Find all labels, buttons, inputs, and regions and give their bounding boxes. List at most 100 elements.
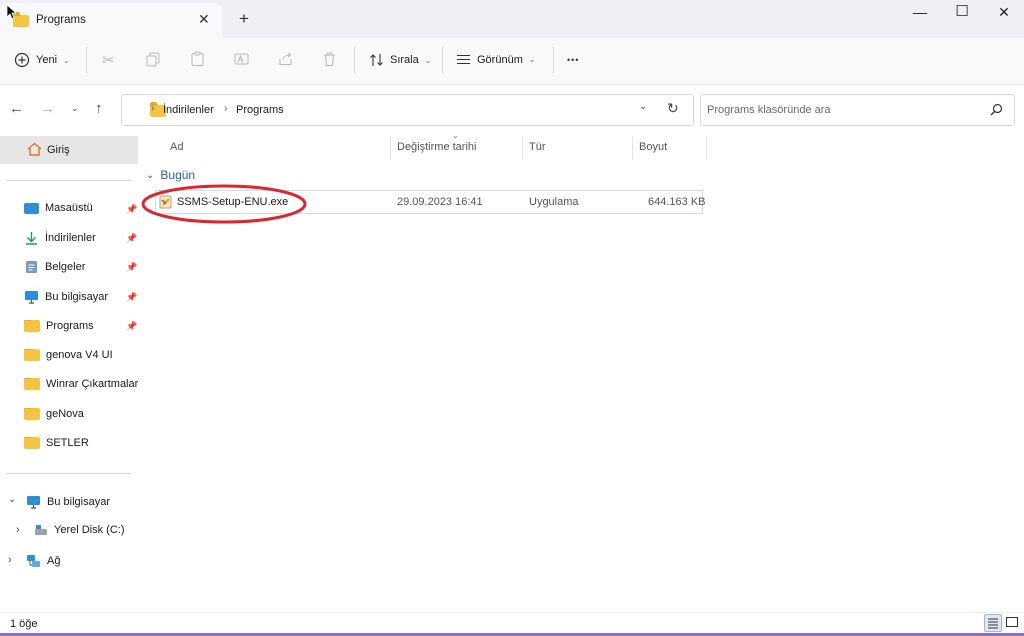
pin-icon: 📌 <box>126 321 138 331</box>
sidebar-item-label: Giriş <box>47 144 70 156</box>
sort-button[interactable]: Sırala ⌄ <box>369 53 431 67</box>
home-icon <box>27 142 42 156</box>
up-arrow-icon[interactable]: ↑ <box>95 100 103 117</box>
breadcrumb-item[interactable]: İndirilenler <box>163 104 214 116</box>
group-header-label: Bugün <box>160 168 196 182</box>
back-arrow-icon[interactable]: ← <box>9 100 24 117</box>
sort-chevron-icon: ⌄ <box>452 131 459 140</box>
drive-icon <box>35 525 47 535</box>
sidebar-item-downloads[interactable]: İndirilenler <box>24 231 140 245</box>
column-header-name[interactable]: Ad <box>170 141 183 153</box>
tab-close-button[interactable]: ✕ <box>198 11 210 28</box>
group-collapse-chevron-icon: ⌄ <box>146 169 155 181</box>
column-divider[interactable] <box>706 136 707 160</box>
minimize-button[interactable]: — <box>900 4 940 22</box>
column-header-modified[interactable]: Değiştirme tarihi <box>397 141 476 153</box>
file-modified: 29.09.2023 16:41 <box>397 196 483 208</box>
breadcrumb-item[interactable]: Programs <box>236 104 284 116</box>
maximize-button[interactable]: ☐ <box>942 2 982 20</box>
group-header-today[interactable]: ⌄ Bugün <box>146 168 195 182</box>
highlight-ellipse-annotation <box>141 184 307 224</box>
address-history-chevron-icon[interactable]: ⌄ <box>639 101 647 112</box>
sidebar-item-label: İndirilenler <box>45 232 96 244</box>
chevron-down-icon: ⌄ <box>528 55 536 64</box>
folder-icon <box>24 437 40 449</box>
item-count: 1 öğe <box>10 618 38 630</box>
toolbar-divider <box>442 47 443 73</box>
sidebar-item-label: Bu bilgisayar <box>45 291 108 303</box>
rename-icon[interactable] <box>234 51 249 67</box>
search-input[interactable]: Programs klasöründe ara <box>707 104 831 116</box>
sidebar-item-label: Winrar Çıkartmalar <box>46 378 139 390</box>
toolbar-divider <box>553 47 554 73</box>
recent-locations-chevron-icon[interactable]: ⌄ <box>71 103 79 114</box>
new-tab-button[interactable]: + <box>239 9 249 29</box>
sidebar-item-label: geNova <box>46 408 84 420</box>
column-divider[interactable] <box>390 136 391 160</box>
column-header-type[interactable]: Tür <box>529 141 546 153</box>
sidebar-item-label: Masaüstü <box>45 202 93 214</box>
sidebar-item-desktop[interactable]: Masaüstü <box>24 202 140 214</box>
column-divider[interactable] <box>632 136 633 160</box>
sidebar-tree-local-disk[interactable]: Yerel Disk (C:) <box>34 524 150 536</box>
toolbar-divider <box>86 47 87 73</box>
tab-programs[interactable] <box>0 3 222 38</box>
expand-chevron-right-icon[interactable]: › <box>8 554 12 566</box>
sidebar-item-label: genova V4 UI <box>46 349 113 361</box>
expand-chevron-down-icon[interactable]: ⌄ <box>8 494 16 505</box>
sidebar-item-setler[interactable]: SETLER <box>24 437 140 449</box>
folder-icon <box>24 349 40 361</box>
tiles-view-button[interactable] <box>1004 614 1022 632</box>
sort-button-label: Sırala <box>390 54 419 66</box>
new-button[interactable]: Yeni ⌄ <box>14 52 70 68</box>
forward-arrow-icon[interactable]: → <box>40 100 55 117</box>
copy-icon[interactable] <box>146 52 161 67</box>
file-type: Uygulama <box>529 196 579 208</box>
pin-icon: 📌 <box>126 262 138 272</box>
more-options-button[interactable]: ••• <box>567 55 579 65</box>
sidebar-item-this-pc[interactable]: Bu bilgisayar <box>24 290 140 304</box>
close-button[interactable]: ✕ <box>984 4 1024 22</box>
plus-circle-icon <box>14 52 30 68</box>
view-button-label: Görünüm <box>477 53 523 66</box>
sidebar-tree-this-pc[interactable]: Bu bilgisayar <box>26 495 142 509</box>
column-header-size[interactable]: Boyut <box>639 141 667 153</box>
breadcrumb-separator-icon: › <box>151 103 155 114</box>
column-divider[interactable] <box>522 136 523 160</box>
network-icon <box>27 555 40 567</box>
sidebar-divider <box>6 473 131 474</box>
tiles-view-icon <box>1006 617 1018 627</box>
computer-icon <box>25 291 38 304</box>
expand-chevron-right-icon[interactable]: › <box>16 524 20 536</box>
sidebar-tree-network[interactable]: Ağ <box>26 554 142 568</box>
breadcrumb-separator-icon: › <box>224 103 228 114</box>
computer-icon <box>27 496 40 509</box>
folder-icon <box>24 320 40 332</box>
sidebar-item-label: Programs <box>46 320 94 332</box>
share-icon[interactable] <box>278 51 294 67</box>
sidebar-item-label: Belgeler <box>45 261 86 273</box>
cut-icon[interactable]: ✂ <box>102 51 115 69</box>
sidebar-item-label: Ağ <box>47 555 61 567</box>
sidebar-item-genova-v4-ui[interactable]: genova V4 UI <box>24 349 140 361</box>
details-view-button[interactable] <box>984 614 1002 632</box>
search-icon[interactable] <box>990 103 1003 116</box>
pin-icon: 📌 <box>126 233 138 243</box>
sidebar-item-winrar[interactable]: Winrar Çıkartmalar <box>24 378 140 390</box>
documents-icon <box>26 261 37 273</box>
refresh-icon[interactable]: ↻ <box>667 100 679 117</box>
delete-icon[interactable] <box>322 51 337 67</box>
sidebar-item-label: SETLER <box>46 437 89 449</box>
sidebar-divider <box>6 180 131 181</box>
sidebar-item-genova[interactable]: geNova <box>24 408 140 420</box>
view-button[interactable]: Görünüm ⌄ <box>456 53 536 66</box>
sidebar-item-documents[interactable]: Belgeler <box>24 260 140 274</box>
chevron-down-icon: ⌄ <box>424 55 432 65</box>
paste-icon[interactable] <box>190 51 205 67</box>
pin-icon: 📌 <box>126 204 138 214</box>
pin-icon: 📌 <box>126 292 138 302</box>
view-list-icon <box>457 54 470 65</box>
new-button-label: Yeni <box>36 54 58 66</box>
sidebar-item-programs[interactable]: Programs <box>24 320 140 332</box>
tab-title: Programs <box>36 14 86 26</box>
